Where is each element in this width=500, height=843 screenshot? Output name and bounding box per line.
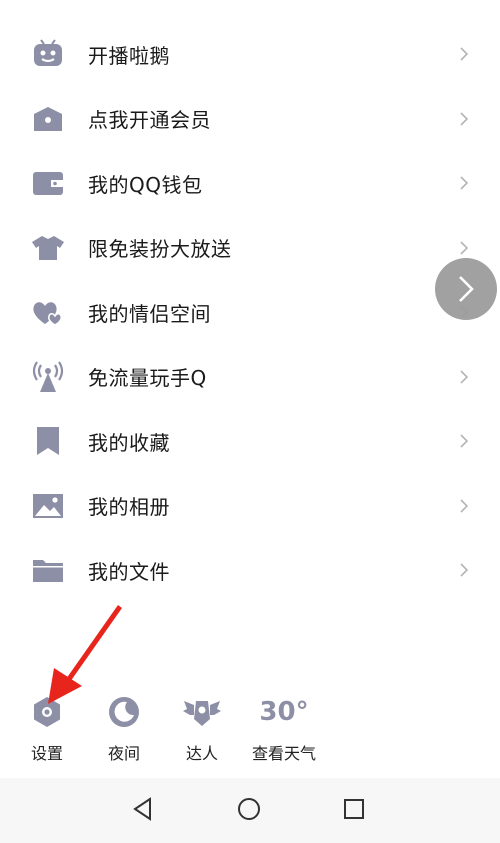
- weather-button[interactable]: 30° 查看天气: [244, 692, 324, 767]
- menu-item-label: 免流量玩手Q: [88, 366, 207, 391]
- chevron-right-icon: [455, 561, 473, 579]
- back-icon[interactable]: [128, 794, 158, 824]
- menu-item-free-data[interactable]: 免流量玩手Q: [0, 345, 500, 410]
- menu-item-couple[interactable]: 我的情侣空间: [0, 280, 500, 345]
- shirt-icon: [30, 230, 66, 266]
- menu-item-label: 我的文件: [88, 559, 170, 584]
- menu-item-label: 开播啦鹅: [88, 43, 170, 68]
- chevron-right-icon: [455, 497, 473, 515]
- menu-item-label: 我的相册: [88, 495, 170, 520]
- recent-apps-icon[interactable]: [339, 794, 369, 824]
- weather-label: 查看天气: [251, 744, 316, 763]
- menu-item-favorites[interactable]: 我的收藏: [0, 409, 500, 474]
- chevron-right-icon: [457, 274, 475, 304]
- menu-item-album[interactable]: 我的相册: [0, 474, 500, 539]
- chevron-right-icon: [455, 432, 473, 450]
- chevron-right-icon: [455, 110, 473, 128]
- menu-item-label: 限免装扮大放送: [88, 237, 232, 262]
- settings-label: 设置: [30, 744, 63, 763]
- night-label: 夜间: [107, 744, 140, 763]
- floating-next-button[interactable]: [435, 258, 497, 320]
- menu-item-wallet[interactable]: 我的QQ钱包: [0, 151, 500, 216]
- weather-temperature: 30°: [259, 697, 309, 727]
- crown-icon: [30, 101, 66, 137]
- menu-item-live[interactable]: 开播啦鹅: [0, 22, 500, 87]
- android-navigation-bar: [0, 778, 500, 843]
- chevron-right-icon: [455, 174, 473, 192]
- chevron-right-icon: [455, 45, 473, 63]
- folder-icon: [30, 552, 66, 588]
- home-icon[interactable]: [234, 794, 264, 824]
- menu-item-files[interactable]: 我的文件: [0, 538, 500, 603]
- hearts-icon: [30, 294, 66, 330]
- chevron-right-icon: [455, 239, 473, 257]
- signal-tower-icon: [30, 359, 66, 395]
- menu-item-label: 我的收藏: [88, 430, 170, 455]
- menu-list: 开播啦鹅 点我开通会员 我的QQ钱包 限免装扮大放送 我的情侣空间 免流量玩手Q…: [0, 22, 500, 603]
- talent-button[interactable]: 达人: [162, 692, 242, 767]
- wallet-icon: [30, 165, 66, 201]
- menu-item-label: 我的情侣空间: [88, 301, 211, 326]
- chevron-right-icon: [455, 368, 473, 386]
- photo-icon: [30, 488, 66, 524]
- talent-label: 达人: [185, 744, 218, 763]
- bookmark-icon: [30, 423, 66, 459]
- menu-item-label: 点我开通会员: [88, 108, 211, 133]
- menu-item-vip[interactable]: 点我开通会员: [0, 87, 500, 152]
- winged-badge-icon: [182, 692, 222, 732]
- tv-robot-icon: [30, 36, 66, 72]
- menu-item-dressup[interactable]: 限免装扮大放送: [0, 216, 500, 281]
- menu-item-label: 我的QQ钱包: [88, 172, 203, 197]
- annotation-arrow: [48, 605, 122, 704]
